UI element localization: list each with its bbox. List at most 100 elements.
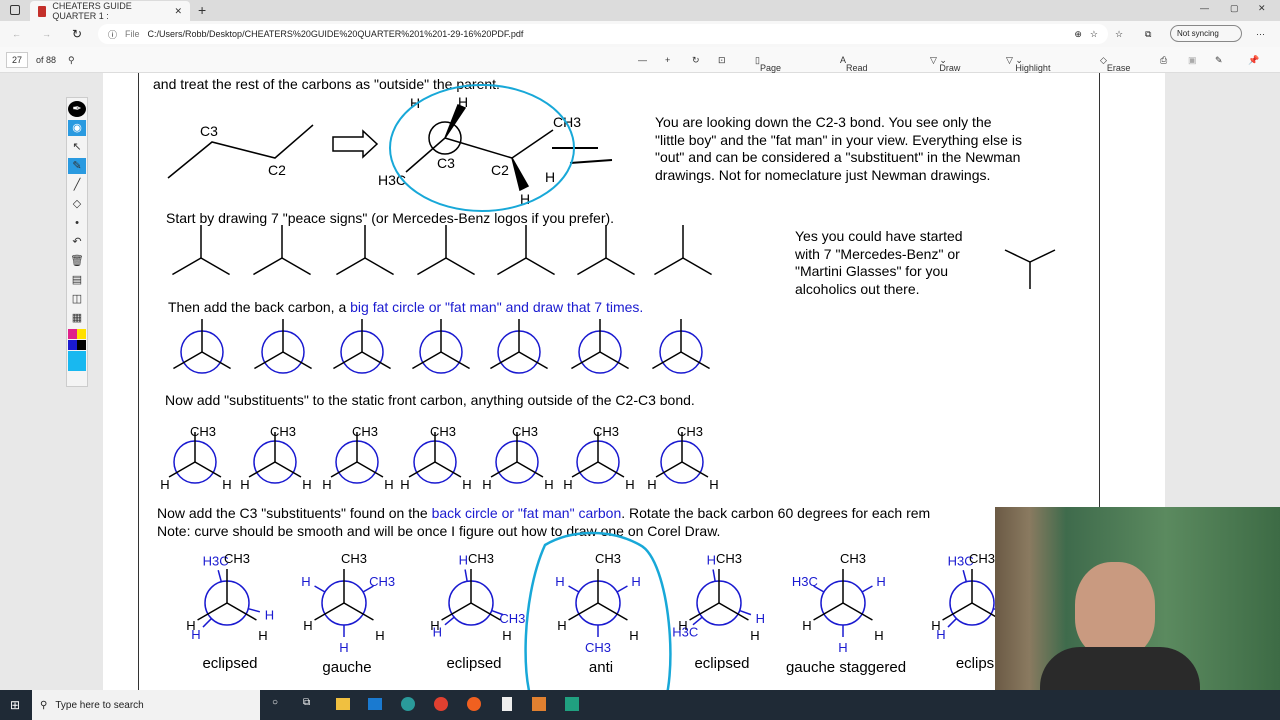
- back-substituent: H: [459, 553, 468, 568]
- front-label-right: H: [874, 628, 883, 643]
- back-bond: [248, 607, 261, 613]
- conformation-label: gauche staggered: [786, 659, 906, 676]
- back-substituent: H: [756, 611, 765, 626]
- back-substituent: H: [631, 574, 640, 589]
- front-label-top: CH3: [341, 551, 367, 566]
- back-bond: [202, 618, 212, 628]
- chain-label-c3: C3: [200, 123, 218, 139]
- front-label-left: H: [160, 477, 169, 492]
- front-carbon-bonds: [172, 225, 230, 276]
- camera-icon[interactable]: ◫: [68, 291, 86, 307]
- back-bond: [314, 585, 326, 593]
- front-label-top: CH3: [716, 551, 742, 566]
- mail-icon[interactable]: [368, 698, 382, 710]
- front-label-right: H: [502, 628, 511, 643]
- front-carbon-bonds: [654, 225, 712, 276]
- step2-blue: big fat circle or "fat man" and draw tha…: [350, 299, 643, 315]
- front-label-left: H: [186, 618, 195, 633]
- back-bond: [861, 585, 873, 593]
- back-substituent: H: [339, 640, 348, 655]
- file-explorer-icon[interactable]: [336, 698, 350, 710]
- front-label-left: H: [303, 618, 312, 633]
- front-label-left: H: [557, 618, 566, 633]
- conformation-label: eclipsed: [446, 655, 501, 672]
- step2-black: Then add the back carbon, a: [168, 299, 350, 315]
- back-bond: [444, 616, 455, 626]
- back-substituent: H: [707, 553, 716, 568]
- wedge-label: C2: [491, 162, 509, 178]
- front-label-top: CH3: [270, 424, 296, 439]
- front-label-right: H: [258, 628, 267, 643]
- back-bond: [464, 569, 468, 582]
- wedge-label: H: [458, 94, 468, 110]
- martini-glass-icon: [1004, 249, 1056, 289]
- back-bond: [217, 569, 223, 582]
- firefox-icon[interactable]: [467, 697, 481, 711]
- dot-icon[interactable]: •: [68, 215, 86, 231]
- front-label-left: H: [482, 477, 491, 492]
- front-label-top: CH3: [468, 551, 494, 566]
- search-icon: ⚲: [40, 699, 48, 711]
- color-swatch[interactable]: [68, 340, 86, 350]
- undo-icon[interactable]: ↶: [68, 234, 86, 250]
- taskbar-search[interactable]: ⚲ Type here to search: [32, 690, 260, 720]
- back-bond: [616, 585, 628, 593]
- step2-text: Then add the back carbon, a big fat circ…: [168, 299, 643, 315]
- current-color[interactable]: [68, 351, 86, 371]
- back-substituent: CH3: [585, 640, 611, 655]
- note-text: Note: curve should be smooth and will be…: [157, 523, 720, 539]
- front-label-top: CH3: [430, 424, 456, 439]
- step4-blue: back circle or "fat man" carbon: [432, 505, 622, 521]
- front-label-left: H: [802, 618, 811, 633]
- cursor-icon[interactable]: ↖: [68, 139, 86, 155]
- cortana-icon[interactable]: ○: [272, 697, 278, 708]
- aside-line: alcoholics out there.: [795, 281, 920, 297]
- conformation-label: anti: [589, 659, 613, 676]
- clipboard-icon[interactable]: ▦: [68, 310, 86, 326]
- file-icon[interactable]: [502, 697, 512, 711]
- step1-text: Start by drawing 7 "peace signs" (or Mer…: [166, 210, 614, 226]
- back-bond: [947, 618, 957, 628]
- eye-icon[interactable]: ◉: [68, 120, 86, 136]
- front-label-top: CH3: [677, 424, 703, 439]
- chrome-icon[interactable]: [434, 697, 448, 711]
- back-substituent: CH3: [499, 611, 525, 626]
- task-view-icon[interactable]: ⧉: [303, 697, 310, 708]
- front-label-top: CH3: [224, 551, 250, 566]
- front-label-right: H: [709, 477, 718, 492]
- back-bond: [568, 585, 580, 593]
- color-palette[interactable]: [68, 329, 86, 339]
- trash-icon[interactable]: 🗑: [68, 253, 86, 269]
- front-label-left: H: [563, 477, 572, 492]
- taskbar: ⊞ ⚲ Type here to search ○ ⧉: [0, 690, 1280, 720]
- edge-icon[interactable]: [401, 697, 415, 711]
- pen-icon[interactable]: ✎: [68, 158, 86, 174]
- app-icon[interactable]: [532, 697, 546, 711]
- back-substituent: H: [301, 574, 310, 589]
- front-label-right: H: [544, 477, 553, 492]
- board-icon[interactable]: ▤: [68, 272, 86, 288]
- back-bond: [739, 609, 752, 616]
- pen-logo-icon[interactable]: ✒: [68, 101, 86, 117]
- front-label-right: H: [629, 628, 638, 643]
- eraser-icon[interactable]: ◇: [68, 196, 86, 212]
- recorder-icon[interactable]: [565, 697, 579, 711]
- front-label-right: H: [222, 477, 231, 492]
- annotation-circle: [389, 84, 575, 212]
- conformation-label: gauche: [322, 659, 371, 676]
- back-substituent: H: [838, 640, 847, 655]
- line-icon[interactable]: ╱: [68, 177, 86, 193]
- step3-text: Now add "substituents" to the static fro…: [165, 392, 695, 408]
- front-label-top: CH3: [595, 551, 621, 566]
- start-button[interactable]: ⊞: [10, 698, 20, 712]
- front-label-left: H: [430, 618, 439, 633]
- conformation-label: eclipsed: [694, 655, 749, 672]
- front-label-left: H: [678, 618, 687, 633]
- back-substituent: H: [265, 607, 274, 622]
- back-substituent: CH3: [369, 574, 395, 589]
- front-carbon-bonds: [336, 225, 394, 276]
- front-label-top: CH3: [969, 551, 995, 566]
- aside-line: Yes you could have started: [795, 228, 963, 244]
- explain-line: drawings. Not for nomeclature just Newma…: [655, 167, 990, 183]
- annotation-toolbar: ✒ ◉ ↖ ✎ ╱ ◇ • ↶ 🗑 ▤ ◫ ▦: [66, 97, 88, 387]
